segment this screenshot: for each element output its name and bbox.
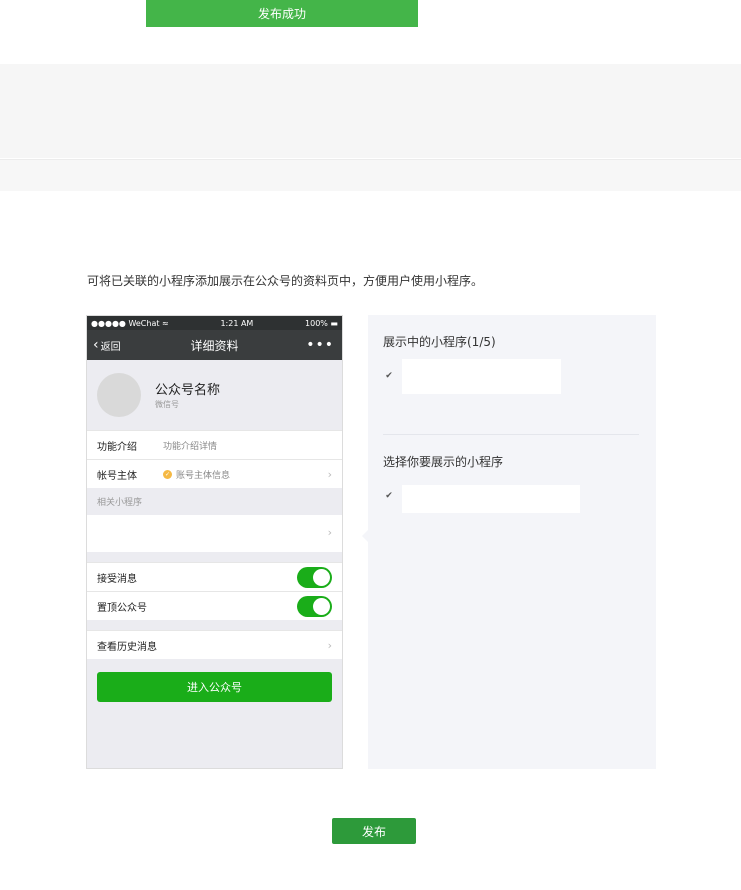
- status-time: 1:21 AM: [220, 318, 254, 328]
- publish-success-toast: 发布成功: [146, 0, 418, 27]
- more-icon: •••: [306, 337, 334, 353]
- showing-checkbox[interactable]: ✔: [383, 370, 395, 382]
- receive-messages-toggle: [297, 567, 332, 588]
- verified-icon: ✓: [163, 469, 172, 479]
- avatar: [97, 373, 141, 417]
- related-miniprogram-row: ›: [87, 515, 342, 552]
- phone-preview: ●●●●● WeChat ≈ 1:21 AM 100% ▬ ‹ 返回 详细资料 …: [86, 315, 343, 769]
- showing-miniprogram-slot[interactable]: [402, 359, 561, 394]
- account-subject-value: ✓ 账号主体信息: [163, 469, 231, 481]
- section-gap: [87, 620, 342, 630]
- account-subject-label: 帐号主体: [97, 470, 137, 482]
- enter-account-button: 进入公众号: [97, 672, 332, 702]
- history-messages-row: 查看历史消息 ›: [87, 630, 342, 659]
- receive-messages-row: 接受消息: [87, 562, 342, 591]
- pin-account-toggle: [297, 596, 332, 617]
- pin-account-label: 置顶公众号: [97, 602, 147, 614]
- wechat-id: 微信号: [155, 400, 179, 409]
- choose-miniprogram-title: 选择你要展示的小程序: [383, 455, 504, 469]
- related-miniprogram-label: 相关小程序: [87, 488, 342, 515]
- phone-nav-bar: ‹ 返回 详细资料 •••: [87, 330, 342, 360]
- chevron-right-icon: ›: [327, 526, 332, 539]
- phone-status-bar: ●●●●● WeChat ≈ 1:21 AM 100% ▬: [87, 316, 342, 330]
- showing-miniprogram-title: 展示中的小程序(1/5): [383, 335, 496, 349]
- account-subject-row: 帐号主体 ✓ 账号主体信息 ›: [87, 459, 342, 488]
- chevron-right-icon: ›: [327, 638, 332, 652]
- battery-indicator: 100% ▬: [305, 318, 338, 328]
- history-messages-label: 查看历史消息: [97, 641, 157, 653]
- choose-checkbox[interactable]: ✔: [383, 490, 395, 502]
- publish-button[interactable]: 发布: [332, 818, 416, 844]
- carrier-signal: ●●●●● WeChat ≈: [91, 318, 169, 328]
- header-band: [0, 64, 741, 158]
- chevron-left-icon: ‹: [93, 337, 99, 353]
- nav-title: 详细资料: [190, 338, 239, 353]
- panel-divider: [383, 434, 639, 435]
- page-description: 可将已关联的小程序添加展示在公众号的资料页中，方便用户使用小程序。: [87, 274, 484, 288]
- intro-row: 功能介绍 功能介绍详情: [87, 430, 342, 459]
- miniprogram-settings-panel: 展示中的小程序(1/5) ✔ 选择你要展示的小程序 ✔: [368, 315, 656, 769]
- chevron-right-icon: ›: [327, 467, 332, 481]
- receive-messages-label: 接受消息: [97, 573, 137, 585]
- section-gap: [87, 552, 342, 562]
- profile-header: 公众号名称 微信号: [87, 360, 342, 430]
- header-subband: [0, 159, 741, 191]
- pin-account-row: 置顶公众号: [87, 591, 342, 620]
- back-label: 返回: [100, 341, 121, 353]
- account-name: 公众号名称: [155, 383, 221, 398]
- choose-miniprogram-slot[interactable]: [402, 485, 580, 513]
- back-button: ‹ 返回: [93, 330, 121, 360]
- intro-value: 功能介绍详情: [163, 441, 218, 452]
- intro-label: 功能介绍: [97, 441, 137, 453]
